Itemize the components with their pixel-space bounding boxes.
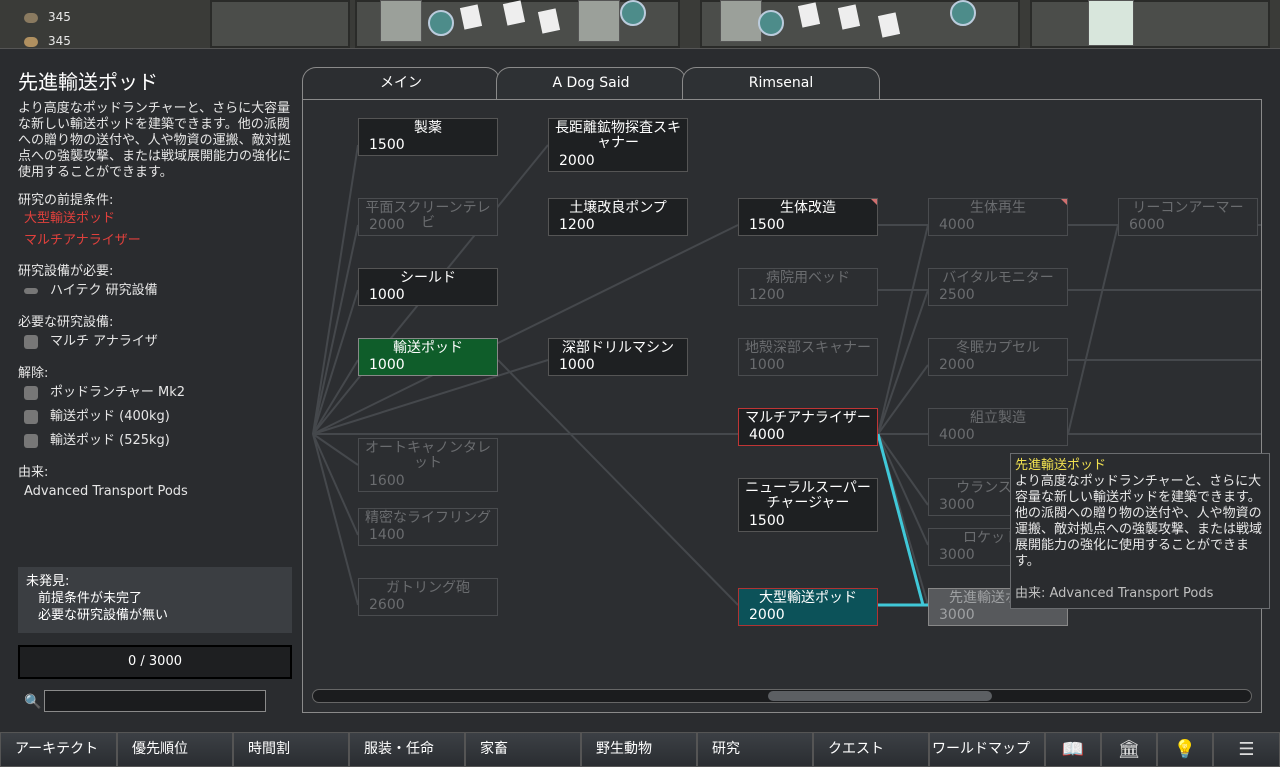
tooltip-body: より高度なポッドランチャーと、さらに大容量な新しい輸送ポッドを建築できます。他の…	[1015, 474, 1263, 569]
research-title: 先進輸送ポッド	[18, 70, 158, 94]
research-node[interactable]: シールド 1000	[358, 268, 498, 306]
bench-icon	[24, 287, 38, 294]
wood-icon	[24, 36, 38, 47]
research-node[interactable]: 製薬 1500	[358, 118, 498, 156]
research-node[interactable]: 長距離鉱物探査スキャナー 2000	[548, 118, 688, 172]
prereq-item: マルチアナライザー	[24, 233, 141, 248]
research-node[interactable]: 深部ドリルマシン 1000	[548, 338, 688, 376]
unlock-item: ポッドランチャー Mk2	[18, 381, 294, 405]
research-node[interactable]: 平面スクリーンテレビ 2000	[358, 198, 498, 236]
research-bench	[578, 0, 620, 42]
research-node[interactable]: リーコンアーマー 6000	[1118, 198, 1258, 236]
tab-main[interactable]: メイン	[302, 67, 500, 99]
research-node[interactable]: 冬眠カプセル 2000	[928, 338, 1068, 376]
prereq-label: 研究の前提条件:	[18, 193, 114, 208]
research-info: 先進輸送ポッド より高度なポッドランチャーと、さらに大容量な新しい輸送ポッドを建…	[18, 56, 294, 504]
research-node[interactable]: 病院用ベッド 1200	[738, 268, 878, 306]
search-input[interactable]	[44, 690, 266, 712]
research-node[interactable]: オートキャノンタレット 1600	[358, 438, 498, 492]
research-node[interactable]: ニューラルスーパーチャージャー 1500	[738, 478, 878, 532]
research-node[interactable]: 組立製造 4000	[928, 408, 1068, 446]
main-tab-wildlife[interactable]: 野生動物	[581, 732, 697, 767]
undiscovered-title: 未発見:	[26, 574, 70, 589]
search-icon: 🔍	[24, 694, 42, 710]
wall-block	[210, 0, 350, 48]
research-tree[interactable]: 製薬 1500 長距離鉱物探査スキャナー 2000 平面スクリーンテレビ 2000 土…	[302, 99, 1262, 713]
unlock-item: 輸送ポッド (525kg)	[18, 429, 294, 453]
tab-a-dog-said[interactable]: A Dog Said	[496, 67, 686, 99]
resource-counter: 345	[24, 10, 71, 24]
prereq-item: 大型輸送ポッド	[24, 211, 116, 226]
flask-icon	[620, 0, 646, 26]
unlocks-label: 解除:	[18, 366, 49, 381]
main-tab-research[interactable]: 研究	[697, 732, 813, 767]
research-progress-bar: 0 / 3000	[18, 645, 292, 679]
world-view: 345 345	[0, 0, 1280, 48]
main-tab-assign[interactable]: 服装・任命	[349, 732, 465, 767]
research-node[interactable]: 地殻深部スキャナー 1000	[738, 338, 878, 376]
book-icon[interactable]: 📖	[1045, 732, 1101, 767]
wall-block	[1030, 0, 1270, 48]
flask-icon	[758, 10, 784, 36]
flag-icon	[871, 199, 877, 205]
bench-item: ハイテク 研究設備	[18, 279, 294, 303]
flask-icon	[950, 0, 976, 26]
bench-label: 研究設備が必要:	[18, 264, 114, 279]
transport-pod-icon	[24, 409, 38, 424]
research-node[interactable]: 土壌改良ポンプ 1200	[548, 198, 688, 236]
research-bench	[380, 0, 422, 42]
research-node[interactable]: 生体改造 1500	[738, 198, 878, 236]
research-node[interactable]: ガトリング砲 2600	[358, 578, 498, 616]
research-bench	[720, 0, 762, 42]
main-tab-world-map[interactable]: ワールドマップ	[929, 732, 1045, 767]
research-description: より高度なポッドランチャーと、さらに大容量な新しい輸送ポッドを建築できます。他の…	[18, 101, 292, 180]
steel-icon	[24, 12, 38, 23]
menu-icon[interactable]: ☰	[1213, 732, 1280, 767]
research-node[interactable]: バイタルモニター 2500	[928, 268, 1068, 306]
lightbulb-icon[interactable]: 💡	[1157, 732, 1213, 767]
research-node[interactable]: 輸送ポッド 1000	[358, 338, 498, 376]
research-tooltip: 先進輸送ポッド より高度なポッドランチャーと、さらに大容量な新しい輸送ポッドを建…	[1010, 453, 1270, 609]
main-tab-architect[interactable]: アーキテクト	[0, 732, 117, 767]
research-node[interactable]: 大型輸送ポッド 2000	[738, 588, 878, 626]
flask-icon	[428, 10, 454, 36]
unlock-item: 輸送ポッド (400kg)	[18, 405, 294, 429]
research-node[interactable]: 生体再生 4000	[928, 198, 1068, 236]
main-tab-animals[interactable]: 家畜	[465, 732, 581, 767]
research-node[interactable]: マルチアナライザー 4000	[738, 408, 878, 446]
tooltip-source: 由来: Advanced Transport Pods	[1015, 586, 1214, 601]
scrollbar-thumb[interactable]	[768, 691, 992, 701]
research-node[interactable]: 精密なライフリング 1400	[358, 508, 498, 546]
undiscovered-line: 前提条件が未完了	[38, 591, 143, 606]
pod-launcher-icon	[24, 385, 38, 400]
main-tab-schedule[interactable]: 時間割	[233, 732, 349, 767]
undiscovered-box: 未発見: 前提条件が未完了 必要な研究設備が無い	[18, 567, 292, 633]
analyzer-icon	[24, 334, 38, 349]
undiscovered-line: 必要な研究設備が無い	[38, 608, 169, 623]
tab-rimsenal[interactable]: Rimsenal	[682, 67, 880, 99]
device	[1088, 0, 1134, 46]
main-tab-priority[interactable]: 優先順位	[117, 732, 233, 767]
resource-counter: 345	[24, 34, 71, 48]
source-value: Advanced Transport Pods	[24, 484, 188, 499]
tooltip-title: 先進輸送ポッド	[1015, 458, 1107, 473]
bank-icon[interactable]: 🏛	[1101, 732, 1157, 767]
main-tab-quests[interactable]: クエスト	[813, 732, 929, 767]
transport-pod-icon	[24, 433, 38, 448]
source-label: 由来:	[18, 465, 49, 480]
facility-item: マルチ アナライザ	[18, 330, 294, 354]
flag-icon	[1061, 199, 1067, 205]
facility-label: 必要な研究設備:	[18, 315, 114, 330]
